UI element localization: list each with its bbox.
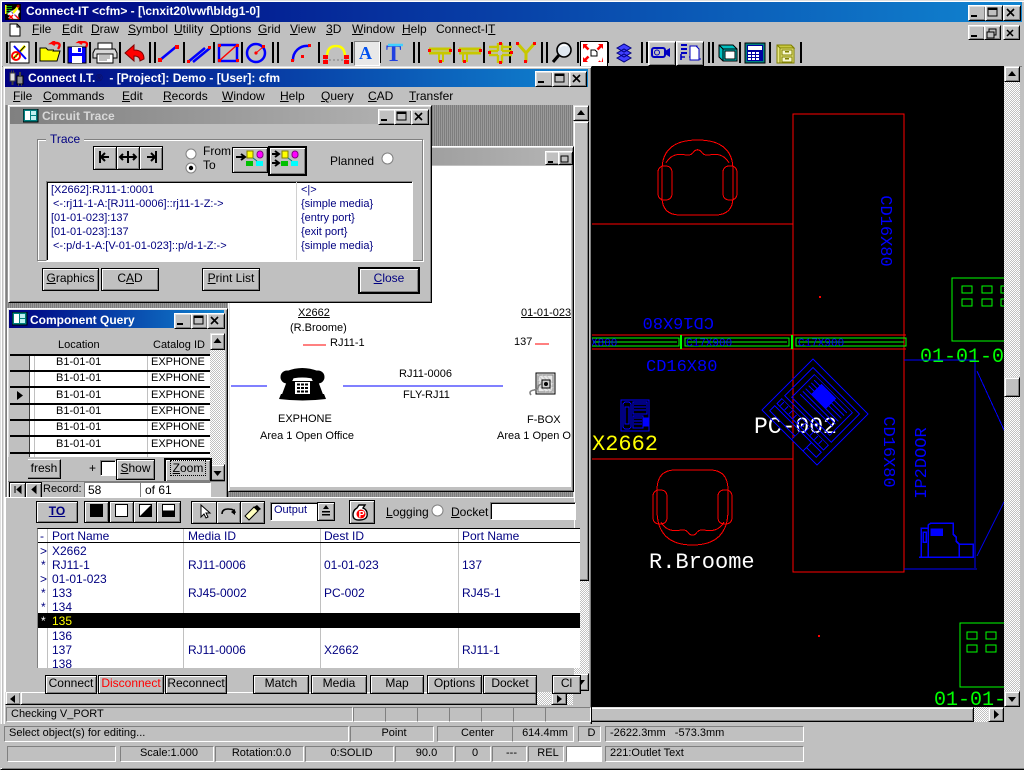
svg-text:01-01-: 01-01- [934,689,1004,707]
svg-text:X800: X800 [591,338,617,350]
svg-text:CD16X80: CD16X80 [646,358,717,377]
svg-text:X2662: X2662 [592,432,658,457]
svg-text:01-01-0: 01-01-0 [920,346,1004,369]
svg-text:C17X900: C17X900 [686,338,732,350]
svg-text:CD16X80: CD16X80 [875,195,894,266]
svg-text:P: P [359,510,365,520]
svg-text:C17X900: C17X900 [798,338,844,350]
svg-text:A: A [359,43,372,63]
svg-text:CD16X80: CD16X80 [643,312,714,331]
svg-text:CD16X80: CD16X80 [878,416,897,487]
svg-text:IP2DOOR: IP2DOOR [913,427,932,498]
svg-text:R.Broome: R.Broome [649,550,755,575]
